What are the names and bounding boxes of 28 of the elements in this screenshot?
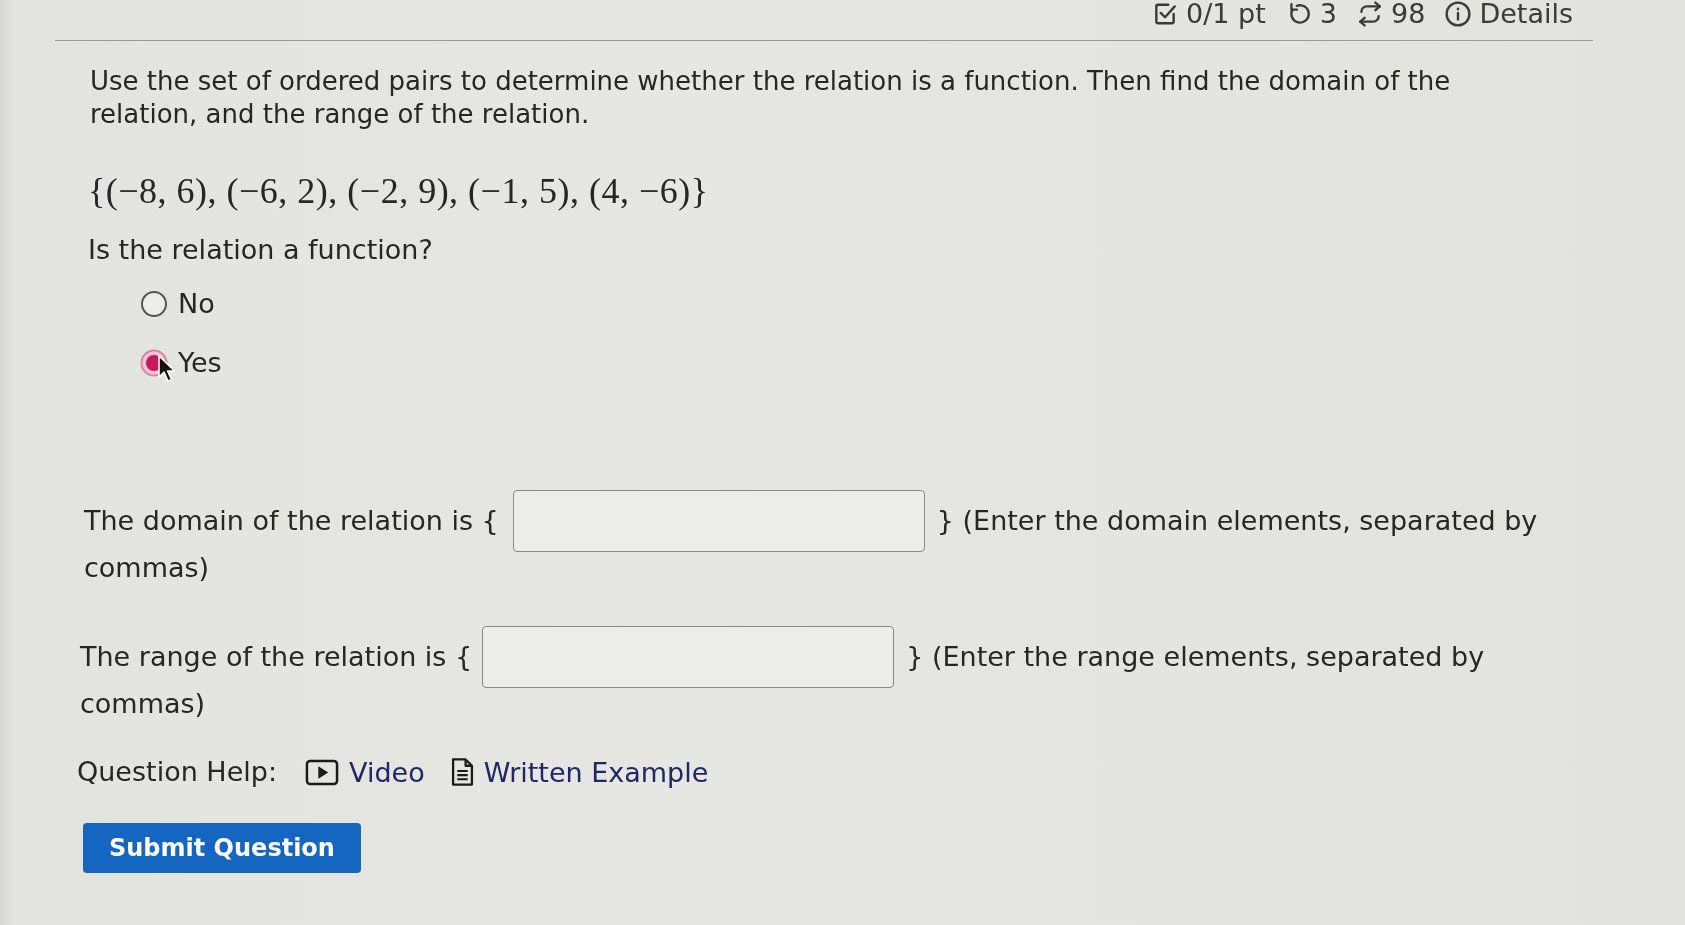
choice-label: No: [178, 287, 215, 321]
help-link[interactable]: Written Example: [450, 756, 709, 788]
question-text: Is the relation a function?: [88, 233, 433, 267]
submit-button[interactable]: Submit Question: [83, 823, 361, 873]
document-icon: [450, 757, 474, 787]
answer-field[interactable]: [482, 626, 895, 688]
play-icon: [305, 758, 339, 786]
radio-button[interactable]: [140, 290, 168, 318]
question-prompt: Use the set of ordered pairs to determine whether the relation is a function. Then find the domain of the relation, and the range of the relation.: [90, 65, 1452, 131]
header-text: 3: [1319, 0, 1338, 28]
header-text: 98: [1391, 0, 1426, 28]
answer-hint: } (Enter the range elements, separated by: [906, 640, 1485, 674]
answer-prompt: The domain of the relation is {: [84, 504, 499, 538]
choice-label: Yes: [178, 346, 222, 380]
question-help-label: Question Help:: [77, 755, 277, 789]
ordered-pairs-set: {(−8, 6), (−6, 2), (−2, 9), (−1, 5), (4, −6)}: [88, 170, 709, 213]
help-link[interactable]: Video: [305, 756, 425, 788]
header-text[interactable]: Details: [1479, 0, 1573, 28]
cursor-icon: [158, 355, 176, 383]
answer-hint: commas): [80, 688, 206, 720]
answer-prompt: The range of the relation is {: [80, 640, 473, 674]
answer-hint: } (Enter the domain elements, separated by: [936, 504, 1538, 538]
checkbox-icon: [1152, 1, 1179, 27]
answer-hint: commas): [84, 552, 210, 584]
answer-field[interactable]: [512, 490, 925, 552]
loop-arrows-icon: [1357, 1, 1384, 27]
info-icon: [1445, 1, 1472, 27]
header-text: 0/1 pt: [1186, 0, 1266, 28]
